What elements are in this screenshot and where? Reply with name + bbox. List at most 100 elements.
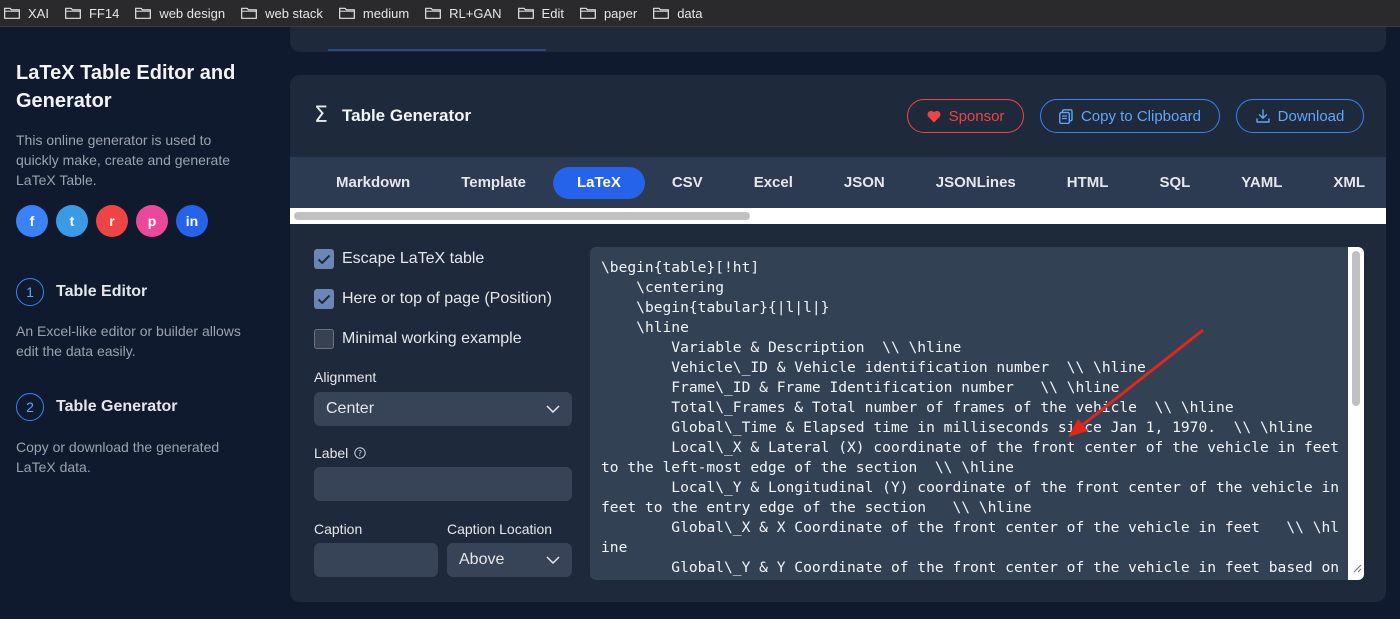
tab-template[interactable]: Template xyxy=(437,167,550,199)
bookmark-label: Edit xyxy=(541,5,564,21)
chevron-down-icon xyxy=(546,551,560,569)
caption-input[interactable] xyxy=(314,543,438,577)
caption-location-select[interactable]: Above xyxy=(447,543,572,577)
pinterest-icon[interactable]: p xyxy=(136,205,168,237)
bookmark-folder[interactable]: paper xyxy=(580,6,637,21)
escape-latex-option[interactable]: Escape LaTeX table xyxy=(314,249,484,269)
scrollbar-thumb[interactable] xyxy=(294,212,750,220)
social-share: f t r p in xyxy=(16,205,208,237)
caption-label: Caption xyxy=(314,521,363,537)
tab-markdown[interactable]: Markdown xyxy=(312,167,434,199)
folder-icon xyxy=(425,7,442,19)
tab-sql[interactable]: SQL xyxy=(1135,167,1214,199)
bookmark-label: data xyxy=(677,5,703,21)
alignment-select[interactable]: Center xyxy=(314,392,572,426)
copy-to-clipboard-button[interactable]: Copy to Clipboard xyxy=(1040,99,1220,133)
site-description: This online generator is used to quickly… xyxy=(16,132,231,188)
folder-icon xyxy=(653,7,670,19)
clipboard-icon xyxy=(1059,108,1073,124)
checkbox-unchecked-icon[interactable] xyxy=(314,329,334,349)
folder-icon xyxy=(241,7,257,19)
copy-label: Copy to Clipboard xyxy=(1080,107,1202,125)
checkbox-checked-icon[interactable] xyxy=(314,289,334,309)
tab-xml[interactable]: XML xyxy=(1309,167,1386,199)
step-table-editor[interactable]: 1 Table Editor xyxy=(16,278,147,306)
resize-handle-icon[interactable] xyxy=(1352,560,1362,578)
folder-icon xyxy=(339,7,355,19)
folder-icon xyxy=(517,7,534,19)
horizontal-scrollbar[interactable] xyxy=(290,208,1386,224)
position-option[interactable]: Here or top of page (Position) xyxy=(314,289,552,309)
vertical-scrollbar[interactable] xyxy=(1348,247,1364,580)
linkedin-icon[interactable]: in xyxy=(176,205,208,237)
folder-icon xyxy=(4,7,20,19)
table-generator-card: Σ Table Generator Sponsor Copy to Clipbo… xyxy=(290,75,1386,602)
site-title: LaTeX Table Editor and Generator xyxy=(16,62,236,112)
heart-icon xyxy=(927,110,941,123)
label-field-label: Label ? xyxy=(314,445,366,461)
bookmark-label: FF14 xyxy=(88,5,120,21)
step-number: 2 xyxy=(16,393,44,421)
tab-json[interactable]: JSON xyxy=(820,167,909,199)
bookmark-folder[interactable]: Edit xyxy=(517,5,564,21)
caption-location-label: Caption Location xyxy=(447,521,553,537)
tab-yaml[interactable]: YAML xyxy=(1217,167,1306,199)
step-description: Copy or download the generated LaTeX dat… xyxy=(16,439,220,475)
scrollbar-thumb[interactable] xyxy=(1352,251,1360,406)
step-number: 1 xyxy=(16,278,44,306)
bookmarks-bar: XAI FF14 web design web stack medium RL+GAN Ed… xyxy=(0,0,1400,27)
download-label: Download xyxy=(1277,107,1345,125)
minimal-example-label: Minimal working example xyxy=(342,330,522,347)
bookmark-folder[interactable]: FF14 xyxy=(65,6,119,21)
escape-latex-label: Escape LaTeX table xyxy=(342,250,485,267)
folder-icon xyxy=(65,7,81,19)
alignment-value: Center xyxy=(326,400,375,417)
tab-excel[interactable]: Excel xyxy=(730,167,817,199)
bookmark-folder[interactable]: web stack xyxy=(241,6,323,21)
tab-jsonlines[interactable]: JSONLines xyxy=(912,167,1040,199)
latex-code[interactable]: \begin{table}[!ht] \centering \begin{tab… xyxy=(601,258,1341,580)
twitter-icon[interactable]: t xyxy=(56,205,88,237)
chevron-down-icon xyxy=(546,400,560,418)
latex-output-textarea[interactable]: \begin{table}[!ht] \centering \begin{tab… xyxy=(590,247,1364,580)
tab-latex[interactable]: LaTeX xyxy=(552,166,645,199)
position-label: Here or top of page (Position) xyxy=(342,290,552,307)
checkbox-checked-icon[interactable] xyxy=(314,249,334,269)
label-text: Label xyxy=(314,445,349,461)
tab-csv[interactable]: CSV xyxy=(648,167,727,199)
bookmark-folder[interactable]: web design xyxy=(135,6,225,21)
label-input[interactable] xyxy=(314,467,572,501)
card-title: Table Generator xyxy=(342,106,472,125)
sigma-icon: Σ xyxy=(314,103,328,128)
bookmark-label: XAI xyxy=(28,5,49,21)
bookmark-folder[interactable]: medium xyxy=(339,6,409,21)
download-icon xyxy=(1255,109,1270,123)
help-icon[interactable]: ? xyxy=(354,447,366,459)
sponsor-label: Sponsor xyxy=(948,107,1005,125)
facebook-icon[interactable]: f xyxy=(16,205,48,237)
step-description: An Excel-like editor or builder allows e… xyxy=(16,323,241,359)
bookmark-folder[interactable]: RL+GAN xyxy=(425,5,502,21)
bookmark-label: RL+GAN xyxy=(449,5,502,21)
bookmark-label: paper xyxy=(603,5,638,21)
format-tabs: Markdown Template LaTeX CSV Excel JSON JSONLin… xyxy=(290,157,1386,208)
svg-text:?: ? xyxy=(358,449,362,458)
bookmark-folder[interactable]: data xyxy=(653,5,703,21)
minimal-example-option[interactable]: Minimal working example xyxy=(314,329,522,349)
bookmark-label: web stack xyxy=(265,5,323,21)
step-label: Table Editor xyxy=(56,283,148,300)
download-button[interactable]: Download xyxy=(1236,99,1364,133)
reddit-icon[interactable]: r xyxy=(96,205,128,237)
caption-location-value: Above xyxy=(459,551,505,568)
bookmark-label: web design xyxy=(159,5,226,21)
bookmark-label: medium xyxy=(362,5,410,21)
folder-icon xyxy=(135,7,152,19)
card-header: Σ Table Generator Sponsor Copy to Clipbo… xyxy=(290,75,1386,157)
bookmark-folder[interactable]: XAI xyxy=(4,6,49,21)
editor-card-bottom xyxy=(290,27,1386,52)
step-table-generator[interactable]: 2 Table Generator xyxy=(16,393,178,421)
sponsor-button[interactable]: Sponsor xyxy=(907,99,1024,133)
tab-html[interactable]: HTML xyxy=(1043,167,1133,199)
alignment-label: Alignment xyxy=(314,369,377,385)
folder-icon xyxy=(580,7,596,19)
